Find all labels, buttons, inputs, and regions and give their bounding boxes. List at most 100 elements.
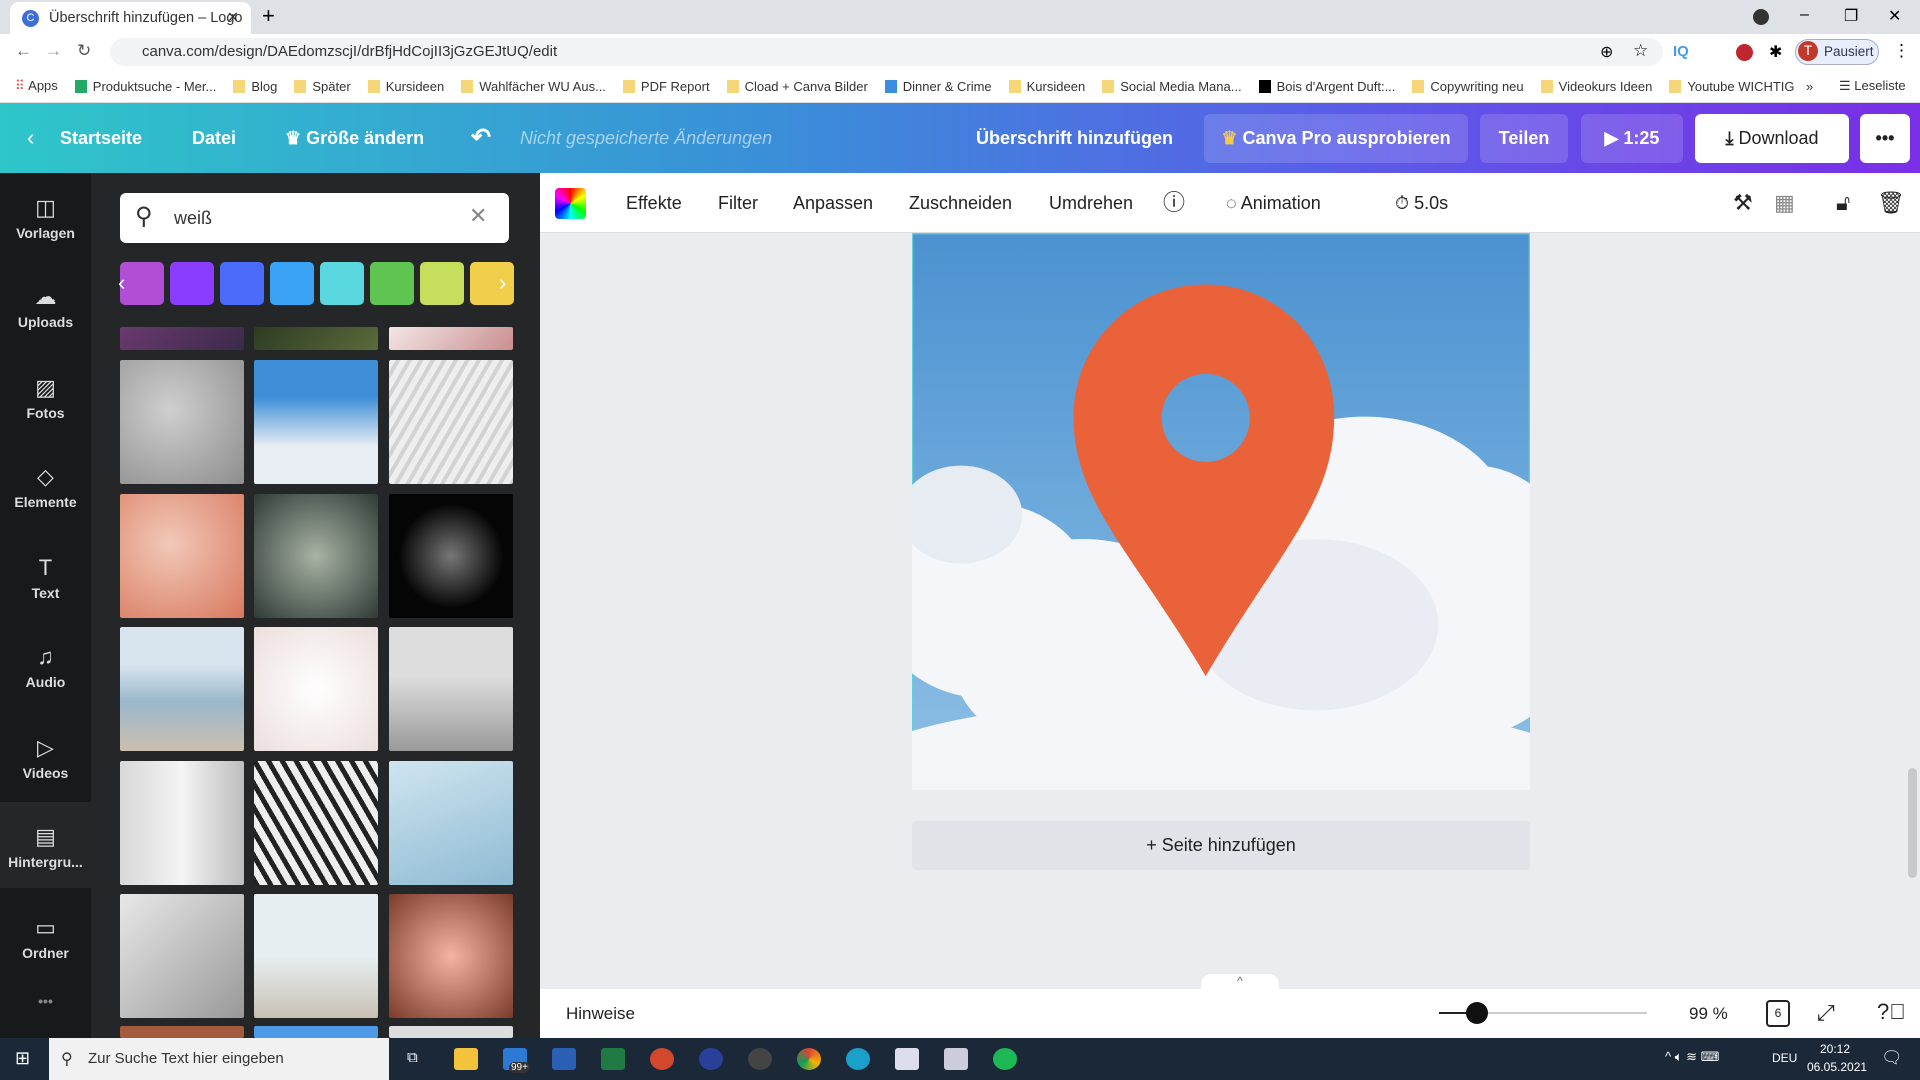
- background-thumbnail[interactable]: [120, 894, 244, 1018]
- nav-background[interactable]: ▤ Hintergru...: [0, 802, 91, 888]
- app-icon[interactable]: [699, 1048, 723, 1070]
- bookmark[interactable]: PDF Report: [622, 79, 710, 94]
- nav-audio[interactable]: ♫ Audio: [0, 622, 91, 708]
- taskbar-search-input[interactable]: Zur Suche Text hier eingeben: [49, 1038, 389, 1080]
- minimize-button[interactable]: –: [1800, 6, 1809, 24]
- background-thumbnail[interactable]: [254, 627, 378, 751]
- browser-menu-icon[interactable]: ⋮: [1893, 41, 1910, 61]
- windows-start-icon[interactable]: ⊞: [15, 1048, 30, 1069]
- canva-pro-button[interactable]: ♛ Canva Pro ausprobieren: [1204, 114, 1468, 163]
- background-thumbnail[interactable]: [120, 761, 244, 885]
- background-thumbnail[interactable]: [389, 494, 513, 618]
- chevron-right-icon[interactable]: ›: [499, 270, 506, 296]
- background-thumbnail[interactable]: [120, 327, 244, 350]
- home-button[interactable]: Startseite: [60, 103, 142, 173]
- notifications-icon[interactable]: 🗨︎: [1881, 1048, 1903, 1068]
- word-icon[interactable]: [552, 1048, 576, 1070]
- app-icon[interactable]: [895, 1048, 919, 1070]
- lock-icon[interactable]: 🔓︎: [1836, 173, 1850, 233]
- clock-date[interactable]: 06.05.2021: [1807, 1060, 1867, 1074]
- chrome-icon[interactable]: [797, 1048, 821, 1070]
- bookmark[interactable]: Blog: [233, 79, 277, 94]
- nav-elements[interactable]: ◇ Elemente: [0, 442, 91, 528]
- bookmark[interactable]: Kursideen: [1008, 79, 1085, 94]
- info-icon[interactable]: ⓘ: [1163, 173, 1185, 233]
- crop-button[interactable]: Zuschneiden: [909, 173, 1012, 233]
- present-button[interactable]: ▶ 1:25: [1581, 114, 1683, 163]
- url-input[interactable]: canva.com/design/DAEdomzscjI/drBfjHdCojI…: [110, 38, 1663, 66]
- bookmark[interactable]: Bois d'Argent Duft:...: [1258, 79, 1395, 94]
- zoom-icon[interactable]: ⊕: [1600, 42, 1613, 62]
- powerpoint-icon[interactable]: [650, 1048, 674, 1070]
- chevron-left-icon[interactable]: ‹: [118, 270, 125, 296]
- fullscreen-icon[interactable]: ⤢: [1817, 1000, 1835, 1026]
- bookmark[interactable]: Copywriting neu: [1412, 79, 1524, 94]
- task-view-icon[interactable]: ⧉: [407, 1049, 418, 1066]
- back-icon[interactable]: ←: [15, 41, 32, 61]
- bookmark-star-icon[interactable]: ☆: [1633, 41, 1648, 61]
- expand-notes-icon[interactable]: ^: [1201, 974, 1279, 989]
- more-options-button[interactable]: •••: [1860, 114, 1910, 163]
- background-thumbnail[interactable]: [120, 360, 244, 484]
- bookmark[interactable]: Kursideen: [367, 79, 444, 94]
- background-thumbnail[interactable]: [120, 627, 244, 751]
- reload-icon[interactable]: ↻: [77, 41, 91, 61]
- color-swatch[interactable]: [220, 262, 264, 305]
- bookmark[interactable]: Wahlfächer WU Aus...: [461, 79, 606, 94]
- bookmark[interactable]: Social Media Mana...: [1102, 79, 1242, 94]
- color-swatch[interactable]: [170, 262, 214, 305]
- close-window-button[interactable]: ✕: [1888, 6, 1901, 26]
- search-input[interactable]: weiß: [120, 193, 509, 243]
- extension-iq-icon[interactable]: IQ: [1673, 43, 1689, 60]
- nav-templates[interactable]: ◫ Vorlagen: [0, 173, 91, 259]
- bookmark[interactable]: Cload + Canva Bilder: [726, 79, 868, 94]
- color-swatch[interactable]: [120, 262, 164, 305]
- color-swatch[interactable]: [370, 262, 414, 305]
- bookmark[interactable]: Später: [294, 79, 351, 94]
- effects-button[interactable]: Effekte: [626, 173, 682, 233]
- zoom-slider-knob[interactable]: [1466, 1002, 1488, 1024]
- browser-tab[interactable]: C Überschrift hinzufügen – Logo ✕: [10, 2, 251, 34]
- color-swatch[interactable]: [420, 262, 464, 305]
- transparency-icon[interactable]: ▦: [1774, 173, 1795, 233]
- bookmark[interactable]: Dinner & Crime: [884, 79, 992, 94]
- adblock-icon[interactable]: [1736, 44, 1753, 61]
- background-thumbnail[interactable]: [254, 894, 378, 1018]
- nav-uploads[interactable]: ☁ Uploads: [0, 262, 91, 348]
- zoom-level[interactable]: 99 %: [1689, 1004, 1728, 1024]
- color-swatch[interactable]: [270, 262, 314, 305]
- share-button[interactable]: Teilen: [1480, 114, 1568, 163]
- clear-search-icon[interactable]: ✕: [469, 203, 487, 229]
- file-menu[interactable]: Datei: [192, 103, 236, 173]
- zoom-slider[interactable]: [1439, 1002, 1647, 1024]
- close-tab-icon[interactable]: ✕: [227, 10, 239, 26]
- flip-button[interactable]: Umdrehen: [1049, 173, 1133, 233]
- edge-icon[interactable]: [846, 1048, 870, 1070]
- animation-button[interactable]: ◌ Animation: [1226, 173, 1321, 233]
- bookmark-apps[interactable]: ⠿ Apps: [15, 78, 58, 94]
- file-explorer-icon[interactable]: [454, 1048, 478, 1070]
- background-thumbnail[interactable]: [120, 1026, 244, 1038]
- background-thumbnail[interactable]: [254, 327, 378, 350]
- clock-time[interactable]: 20:12: [1820, 1042, 1850, 1056]
- bookmark[interactable]: Videokurs Ideen: [1540, 79, 1652, 94]
- background-thumbnail[interactable]: [389, 894, 513, 1018]
- restore-button[interactable]: ❐: [1844, 6, 1858, 26]
- design-page[interactable]: [912, 233, 1530, 790]
- nav-photos[interactable]: ▨ Fotos: [0, 353, 91, 439]
- help-icon[interactable]: ?⃝: [1877, 999, 1906, 1025]
- notes-button[interactable]: Hinweise: [566, 1004, 635, 1024]
- background-thumbnail[interactable]: [254, 1026, 378, 1038]
- excel-icon[interactable]: [601, 1048, 625, 1070]
- nav-text[interactable]: T Text: [0, 533, 91, 619]
- background-thumbnail[interactable]: [389, 627, 513, 751]
- background-thumbnail[interactable]: [389, 761, 513, 885]
- add-page-button[interactable]: + Seite hinzufügen: [912, 821, 1530, 870]
- background-thumbnail[interactable]: [254, 360, 378, 484]
- trash-icon[interactable]: 🗑︎: [1877, 173, 1905, 233]
- extensions-icon[interactable]: ✱: [1769, 42, 1782, 62]
- color-swatch[interactable]: [470, 262, 514, 305]
- duration-button[interactable]: ⏱ 5.0s: [1395, 173, 1448, 233]
- app-icon[interactable]: [944, 1048, 968, 1070]
- color-picker-icon[interactable]: [555, 188, 586, 219]
